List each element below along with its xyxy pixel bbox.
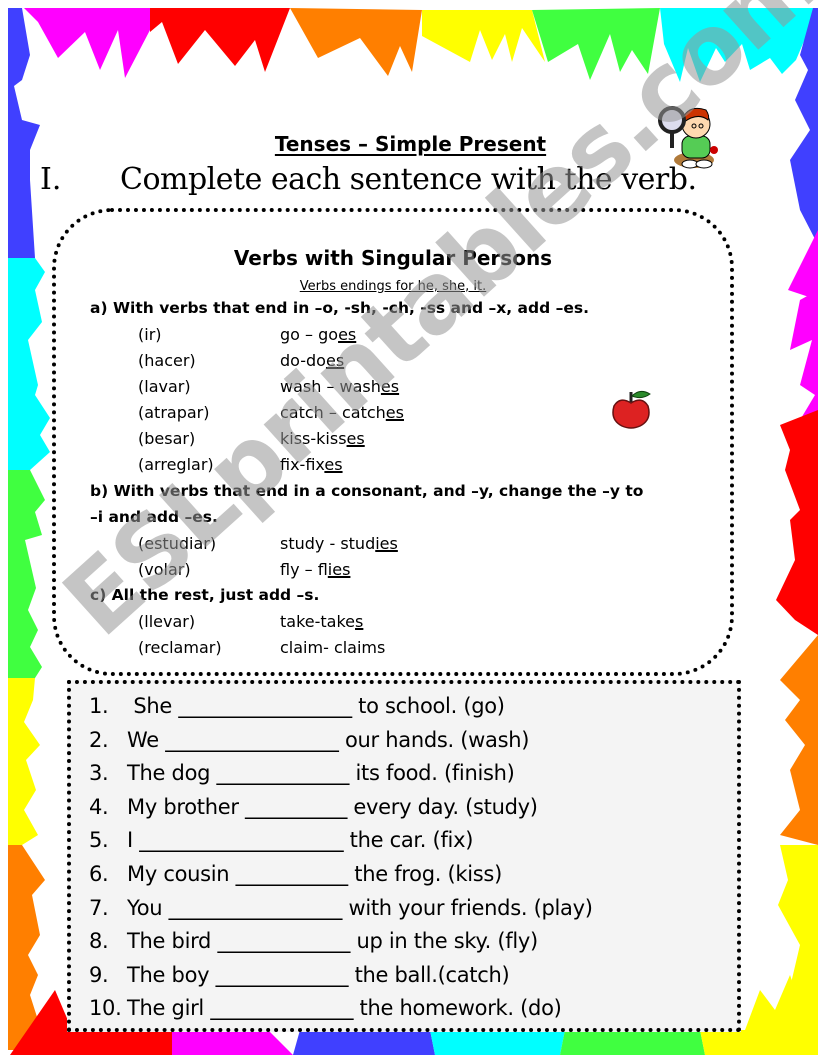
rule-a-example: go – goes bbox=[280, 325, 357, 344]
rule-b-line2: –i and add –es. bbox=[90, 508, 218, 526]
border-top-green bbox=[532, 8, 660, 80]
rule-b-line1: b) With verbs that end in a consonant, a… bbox=[90, 482, 644, 500]
rule-b-example: study - studies bbox=[280, 534, 398, 553]
rules-heading: Verbs with Singular Persons bbox=[233, 246, 553, 270]
border-top-yellow bbox=[422, 10, 545, 62]
border-bottom-magenta bbox=[172, 1030, 293, 1055]
rule-a-example: kiss-kisses bbox=[280, 429, 365, 448]
rule-a-example: fix-fixes bbox=[280, 455, 343, 474]
exercise-item: 10. The girl ______________ the homework.… bbox=[89, 996, 562, 1020]
border-bottom-cyan bbox=[430, 1030, 565, 1055]
rule-c-spanish: (reclamar) bbox=[138, 638, 222, 657]
rule-a: a) With verbs that end in –o, -sh, -ch, … bbox=[90, 299, 589, 317]
rules-box: Verbs with Singular Persons Verbs ending… bbox=[52, 208, 734, 676]
rule-c-spanish: (llevar) bbox=[138, 612, 196, 631]
border-top-red bbox=[150, 8, 290, 72]
border-bottom-blue bbox=[293, 1030, 435, 1055]
rule-a-example: catch – catches bbox=[280, 403, 404, 422]
apple-clipart bbox=[612, 390, 651, 429]
exercise-item: 2. We _________________ our hands. (wash) bbox=[89, 728, 530, 752]
instruction-number: I. bbox=[40, 162, 62, 197]
border-left-cyan bbox=[8, 258, 50, 470]
rule-a-example: wash – washes bbox=[280, 377, 400, 396]
rule-c-example: claim- claims bbox=[280, 638, 386, 657]
exercise-item: 3. The dog _____________ its food. (finis… bbox=[89, 761, 515, 785]
rule-a-spanish: (besar) bbox=[138, 429, 196, 448]
rule-a-spanish: (arreglar) bbox=[138, 455, 214, 474]
border-left-green bbox=[8, 470, 45, 678]
rules-subheading: Verbs endings for he, she, it. bbox=[299, 279, 487, 294]
exercise-item: 7. You _________________ with your friend… bbox=[89, 896, 593, 920]
exercise-item: 1. She _________________ to school. (go) bbox=[89, 694, 505, 718]
exercise-item: 6. My cousin ___________ the frog. (kiss) bbox=[89, 862, 502, 886]
rule-a-example: do-does bbox=[280, 351, 345, 370]
worksheet-title: Tenses – Simple Present bbox=[274, 132, 547, 156]
rule-a-spanish: (lavar) bbox=[138, 377, 191, 396]
border-right-red bbox=[776, 410, 818, 635]
exercise-item: 9. The boy _____________ the ball.(catch) bbox=[89, 963, 510, 987]
instruction-text: Complete each sentence with the verb. bbox=[120, 162, 697, 197]
exercise-box: 1. She _________________ to school. (go)… bbox=[67, 680, 741, 1032]
border-right-magenta bbox=[790, 290, 818, 425]
rule-a-spanish: (hacer) bbox=[138, 351, 196, 370]
border-left-yellow bbox=[8, 678, 40, 845]
border-top-magenta bbox=[10, 8, 150, 78]
rule-c: c) All the rest, just add –s. bbox=[90, 586, 320, 604]
rule-b-example: fly – flies bbox=[280, 560, 351, 579]
rule-b-spanish: (volar) bbox=[138, 560, 191, 579]
exercise-item: 4. My brother __________ every day. (stud… bbox=[89, 795, 538, 819]
exercise-item: 5. I ____________________ the car. (fix) bbox=[89, 828, 474, 852]
rule-b-spanish: (estudiar) bbox=[138, 534, 217, 553]
border-right-yellow bbox=[778, 845, 818, 1055]
border-right-magenta-top bbox=[788, 230, 818, 300]
border-top-cyan bbox=[660, 8, 818, 82]
border-right-orange bbox=[780, 635, 818, 845]
rule-a-spanish: (atrapar) bbox=[138, 403, 210, 422]
rule-a-spanish: (ir) bbox=[138, 325, 162, 344]
rule-c-example: take-takes bbox=[280, 612, 364, 631]
border-bottom-green bbox=[560, 1030, 705, 1055]
border-top-orange bbox=[290, 8, 422, 76]
exercise-item: 8. The bird _____________ up in the sky. … bbox=[89, 929, 538, 953]
